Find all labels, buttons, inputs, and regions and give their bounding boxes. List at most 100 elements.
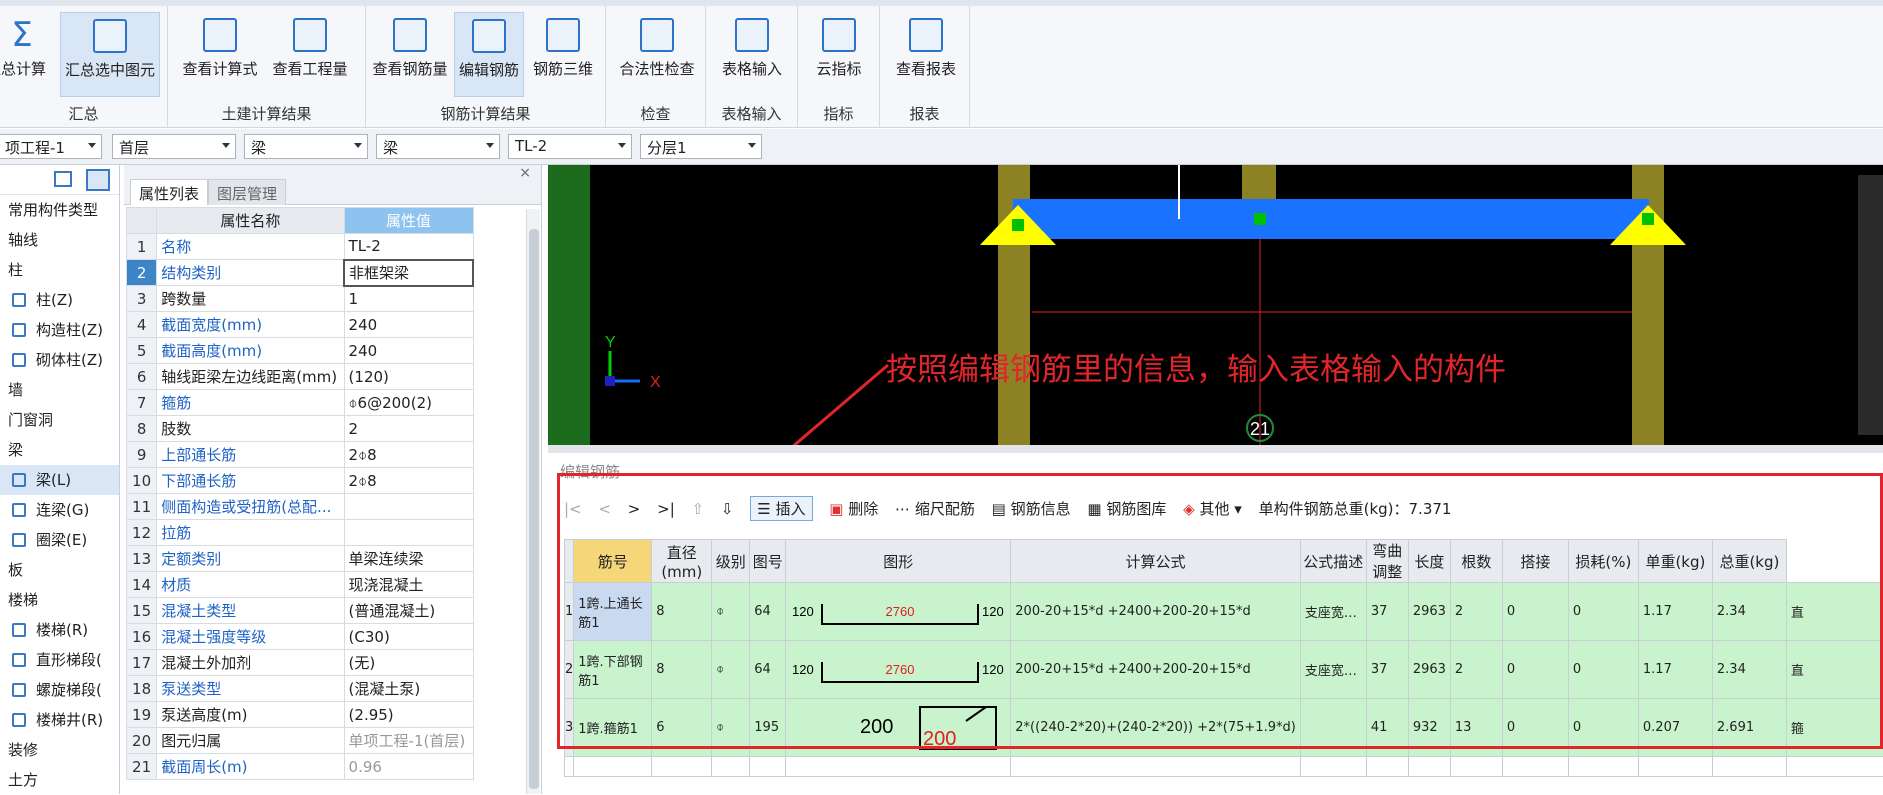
- tree-item[interactable]: 柱(Z): [0, 285, 119, 315]
- rebar-formula[interactable]: 2*((240-2*20)+(240-2*20)) +2*(75+1.9*d): [1011, 699, 1301, 757]
- tree-item[interactable]: 圈梁(E): [0, 525, 119, 555]
- property-row[interactable]: 21截面周长(m)0.96: [127, 754, 474, 780]
- tree-item[interactable]: 轴线: [0, 225, 119, 255]
- property-value[interactable]: 单梁连续梁: [344, 546, 473, 572]
- rebar-unit-weight[interactable]: 1.17: [1638, 641, 1712, 699]
- tree-item[interactable]: 楼梯井(R): [0, 705, 119, 735]
- view-quantity-button[interactable]: 查看工程量: [268, 12, 352, 97]
- empty-cell[interactable]: [1712, 757, 1786, 777]
- empty-cell[interactable]: [652, 757, 712, 777]
- first-button[interactable]: |<: [564, 500, 582, 518]
- panel-splitter[interactable]: [548, 445, 1883, 453]
- grid-view-icon[interactable]: [86, 169, 110, 191]
- property-value[interactable]: 2: [344, 416, 473, 442]
- rebar-count[interactable]: 13: [1450, 699, 1502, 757]
- floor-select[interactable]: 首层: [112, 134, 236, 159]
- rebar-formula[interactable]: 200-20+15*d +2400+200-20+15*d: [1011, 583, 1301, 641]
- rebar-lap[interactable]: 0: [1502, 641, 1568, 699]
- property-row[interactable]: 7箍筋⌽6@200(2): [127, 390, 474, 416]
- grid-header[interactable]: 根数: [1450, 540, 1502, 583]
- property-row[interactable]: 3跨数量1: [127, 286, 474, 312]
- tree-item[interactable]: 螺旋梯段(: [0, 675, 119, 705]
- cloud-index-button[interactable]: 云指标: [806, 12, 872, 97]
- grid-header[interactable]: 筋号: [574, 540, 652, 583]
- grid-header[interactable]: 总重(kg): [1712, 540, 1786, 583]
- view-formula-button[interactable]: 查看计算式: [178, 12, 262, 97]
- rebar-shape[interactable]: 1202760120: [786, 641, 1011, 699]
- view-report-button[interactable]: 查看报表: [886, 12, 966, 97]
- move-up-icon[interactable]: ⇧: [692, 500, 705, 518]
- property-value[interactable]: (无): [344, 650, 473, 676]
- property-row[interactable]: 1名称TL-2: [127, 234, 474, 260]
- property-row[interactable]: 16混凝土强度等级(C30): [127, 624, 474, 650]
- rebar-loss[interactable]: 0: [1568, 641, 1638, 699]
- rebar-shape[interactable]: 200200: [786, 699, 1011, 757]
- rebar-total-weight[interactable]: 2.34: [1712, 583, 1786, 641]
- type-select[interactable]: 梁: [376, 134, 500, 159]
- grid-header[interactable]: 图号: [750, 540, 786, 583]
- rebar-grade[interactable]: ⌽: [712, 583, 750, 641]
- rebar-extra[interactable]: 箍: [1786, 699, 1883, 757]
- tree-item[interactable]: 直形梯段(: [0, 645, 119, 675]
- summary-selected-button[interactable]: 汇总选中图元: [60, 12, 160, 97]
- tree-item[interactable]: 梁: [0, 435, 119, 465]
- rebar-loss[interactable]: 0: [1568, 583, 1638, 641]
- rebar-bend[interactable]: 37: [1366, 583, 1408, 641]
- tree-item[interactable]: 板: [0, 555, 119, 585]
- grid-header[interactable]: 直径(mm): [652, 540, 712, 583]
- rebar-diameter[interactable]: 8: [652, 583, 712, 641]
- tree-item[interactable]: 构造柱(Z): [0, 315, 119, 345]
- scrollbar-thumb[interactable]: [529, 229, 539, 789]
- property-value[interactable]: 2⌽8: [344, 468, 473, 494]
- rebar-row[interactable]: 21跨.下部钢筋18⌽641202760120200-20+15*d +2400…: [565, 641, 1883, 699]
- rebar-figure-no[interactable]: 64: [750, 641, 786, 699]
- rebar-shape[interactable]: 1202760120: [786, 583, 1011, 641]
- property-value[interactable]: (2.95): [344, 702, 473, 728]
- grip-point-left[interactable]: [1012, 219, 1024, 231]
- property-value[interactable]: (混凝土泵): [344, 676, 473, 702]
- grid-header[interactable]: 计算公式: [1011, 540, 1301, 583]
- empty-cell[interactable]: [574, 757, 652, 777]
- move-down-icon[interactable]: ⇩: [721, 500, 734, 518]
- empty-cell[interactable]: [1638, 757, 1712, 777]
- grid-header[interactable]: 损耗(%): [1568, 540, 1638, 583]
- property-value[interactable]: 240: [344, 338, 473, 364]
- prev-button[interactable]: <: [598, 500, 611, 518]
- empty-cell[interactable]: [786, 757, 1011, 777]
- tree-item[interactable]: 土方: [0, 765, 119, 795]
- property-row[interactable]: 15混凝土类型(普通混凝土): [127, 598, 474, 624]
- rebar-row[interactable]: 11跨.上通长筋18⌽641202760120200-20+15*d +2400…: [565, 583, 1883, 641]
- insert-button[interactable]: ☰ 插入: [750, 496, 812, 521]
- property-value[interactable]: TL-2: [344, 234, 473, 260]
- property-row[interactable]: 13定额类别单梁连续梁: [127, 546, 474, 572]
- property-row[interactable]: 11侧面构造或受扭筋(总配...: [127, 494, 474, 520]
- category-select[interactable]: 梁: [244, 134, 368, 159]
- rebar-lap[interactable]: 0: [1502, 699, 1568, 757]
- rebar-formula[interactable]: 200-20+15*d +2400+200-20+15*d: [1011, 641, 1301, 699]
- props-scrollbar[interactable]: [526, 209, 540, 794]
- empty-cell[interactable]: [1300, 757, 1366, 777]
- table-input-button[interactable]: 表格输入: [712, 12, 792, 97]
- property-row[interactable]: 4截面宽度(mm)240: [127, 312, 474, 338]
- empty-cell[interactable]: [712, 757, 750, 777]
- property-value[interactable]: 2⌽8: [344, 442, 473, 468]
- tree-item[interactable]: 连梁(G): [0, 495, 119, 525]
- tree-item[interactable]: 楼梯(R): [0, 615, 119, 645]
- rebar-3d-button[interactable]: 钢筋三维: [528, 12, 598, 97]
- property-row[interactable]: 14材质现浇混凝土: [127, 572, 474, 598]
- beam-tl2[interactable]: [1013, 199, 1649, 239]
- tree-item[interactable]: 砌体柱(Z): [0, 345, 119, 375]
- view-toolbar[interactable]: [1858, 175, 1883, 435]
- property-value[interactable]: 0.96: [344, 754, 473, 780]
- next-button[interactable]: >: [628, 500, 641, 518]
- rebar-grade[interactable]: ⌽: [712, 641, 750, 699]
- view-rebar-button[interactable]: 查看钢筋量: [370, 12, 450, 97]
- rebar-extra[interactable]: 直: [1786, 641, 1883, 699]
- grid-header[interactable]: 弯曲调整: [1366, 540, 1408, 583]
- property-value[interactable]: (C30): [344, 624, 473, 650]
- property-value[interactable]: 单项工程-1(首层): [344, 728, 473, 754]
- property-row[interactable]: 20图元归属单项工程-1(首层): [127, 728, 474, 754]
- rebar-figure-no[interactable]: 64: [750, 583, 786, 641]
- tree-item[interactable]: 楼梯: [0, 585, 119, 615]
- rebar-lap[interactable]: 0: [1502, 583, 1568, 641]
